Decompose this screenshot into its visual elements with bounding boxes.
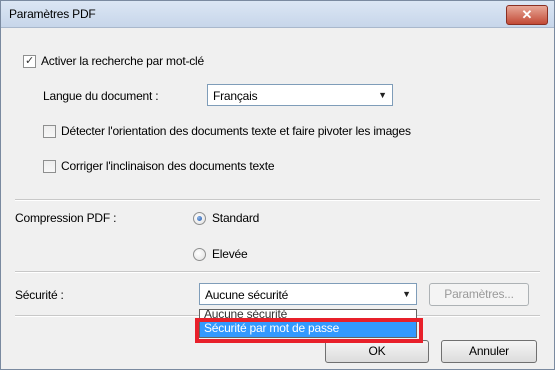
cancel-button[interactable]: Annuler <box>441 340 537 363</box>
keyword-search-checkbox[interactable]: ✓ <box>23 54 36 68</box>
highlight-box <box>195 318 423 343</box>
compression-standard-option[interactable]: Standard <box>193 211 259 225</box>
keyword-search-label: Activer la recherche par mot-clé <box>41 54 204 68</box>
chevron-down-icon: ▼ <box>378 90 387 100</box>
ok-button[interactable]: OK <box>325 340 429 363</box>
pdf-settings-dialog: Paramètres PDF ✕ ✓ Activer la recherche … <box>0 0 555 370</box>
title-bar: Paramètres PDF ✕ <box>1 1 554 28</box>
close-button[interactable]: ✕ <box>506 5 548 25</box>
detect-orientation-label: Détecter l'orientation des documents tex… <box>61 124 411 138</box>
security-label: Sécurité : <box>15 288 64 302</box>
security-value: Aucune sécurité <box>205 288 289 302</box>
correct-skew-label: Corriger l'inclinaison des documents tex… <box>61 159 275 173</box>
security-settings-label: Paramètres... <box>444 287 514 301</box>
language-select[interactable]: Français ▼ <box>207 84 393 106</box>
compression-standard-radio[interactable] <box>193 211 206 225</box>
close-icon: ✕ <box>521 7 533 22</box>
compression-high-option[interactable]: Elevée <box>193 247 248 261</box>
compression-row: Compression PDF : <box>15 211 116 225</box>
security-select[interactable]: Aucune sécurité ▼ <box>199 283 417 305</box>
ok-label: OK <box>368 344 386 358</box>
compression-high-radio[interactable] <box>193 247 206 261</box>
correct-skew-checkbox[interactable] <box>43 159 56 173</box>
separator <box>15 199 540 201</box>
window-title: Paramètres PDF <box>9 7 96 21</box>
detect-orientation-checkbox[interactable] <box>43 124 56 138</box>
cancel-label: Annuler <box>469 344 509 358</box>
detect-orientation-option[interactable]: Détecter l'orientation des documents tex… <box>43 124 411 138</box>
correct-skew-option[interactable]: Corriger l'inclinaison des documents tex… <box>43 159 275 173</box>
chevron-down-icon: ▼ <box>402 289 411 299</box>
security-settings-button[interactable]: Paramètres... <box>429 283 529 306</box>
language-label: Langue du document : <box>43 89 159 103</box>
dialog-body: ✓ Activer la recherche par mot-clé Langu… <box>1 28 554 369</box>
security-row: Sécurité : <box>15 288 64 302</box>
compression-label: Compression PDF : <box>15 211 117 225</box>
separator <box>15 271 540 273</box>
language-value: Français <box>213 89 258 103</box>
language-row: Langue du document : <box>43 89 159 103</box>
keyword-search-option[interactable]: ✓ Activer la recherche par mot-clé <box>23 54 204 68</box>
compression-standard-label: Standard <box>212 211 260 225</box>
compression-high-label: Elevée <box>212 247 248 261</box>
